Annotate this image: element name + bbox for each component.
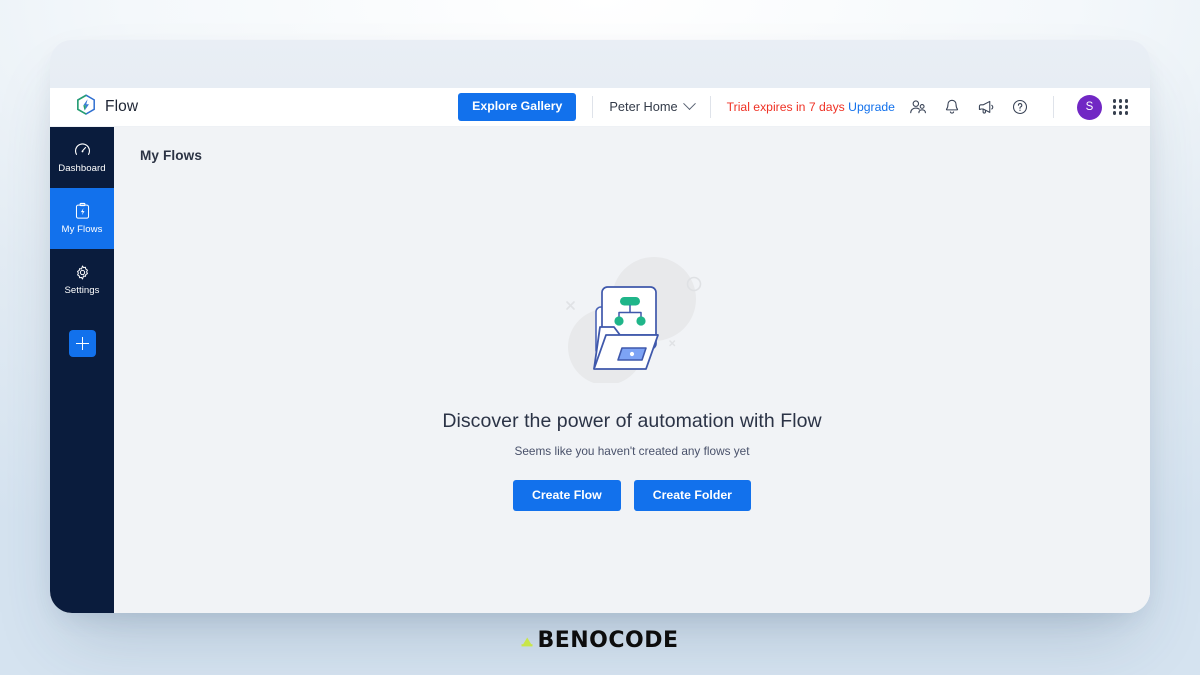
chevron-down-icon xyxy=(682,97,696,111)
footer-logo: BENOCODE xyxy=(0,628,1200,653)
plus-icon xyxy=(75,337,89,350)
dashboard-gauge-icon xyxy=(74,141,91,159)
sidebar-item-label: Settings xyxy=(64,285,100,297)
window-chrome-bar xyxy=(50,40,1150,88)
gear-icon xyxy=(74,263,91,281)
top-bar-center: Explore Gallery Peter Home Trial expires… xyxy=(230,93,901,121)
brand-name: Flow xyxy=(105,98,139,115)
app-window: Flow Explore Gallery Peter Home Trial ex… xyxy=(50,40,1150,613)
main-area: Dashboard My Flows Settings My Flows Dis… xyxy=(50,127,1150,613)
page-title: My Flows xyxy=(140,148,202,163)
content-area: My Flows Discover the power of automatio… xyxy=(114,127,1150,613)
upgrade-link[interactable]: Upgrade xyxy=(848,100,895,114)
folder-with-flowchart-card-illustration xyxy=(544,255,720,388)
help-icon[interactable] xyxy=(1003,90,1037,124)
notifications-bell-icon[interactable] xyxy=(935,90,969,124)
empty-state-actions: Create Flow Create Folder xyxy=(513,480,751,512)
benocode-accent-mark xyxy=(521,628,535,653)
sidebar: Dashboard My Flows Settings xyxy=(50,127,114,613)
divider xyxy=(709,95,711,118)
app-top-bar: Flow Explore Gallery Peter Home Trial ex… xyxy=(50,88,1150,127)
sidebar-item-settings[interactable]: Settings xyxy=(50,249,114,310)
brand: Flow xyxy=(50,93,230,121)
trial-notice: Trial expires in 7 days Upgrade xyxy=(727,100,895,114)
sidebar-item-label: Dashboard xyxy=(58,163,106,175)
create-flow-button[interactable]: Create Flow xyxy=(513,480,621,512)
workspace-selector[interactable]: Peter Home xyxy=(609,97,696,115)
sidebar-item-my-flows[interactable]: My Flows xyxy=(50,188,114,249)
sidebar-item-dashboard[interactable]: Dashboard xyxy=(50,127,114,188)
sidebar-item-label: My Flows xyxy=(61,224,103,236)
announcements-megaphone-icon[interactable] xyxy=(969,90,1003,124)
footer-wordmark: BENOCODE xyxy=(537,627,679,653)
empty-state-subtext: Seems like you haven't created any flows… xyxy=(514,444,750,458)
create-folder-button[interactable]: Create Folder xyxy=(633,480,751,512)
divider xyxy=(592,95,594,118)
flow-hex-bolt-logo xyxy=(76,93,96,121)
invite-users-icon[interactable] xyxy=(901,90,935,124)
clipboard-bolt-icon xyxy=(74,202,91,220)
trial-text: Trial expires in 7 days xyxy=(726,99,845,114)
add-new-button[interactable] xyxy=(68,330,96,357)
apps-grid-icon[interactable] xyxy=(1112,99,1128,115)
empty-state: Discover the power of automation with Fl… xyxy=(114,255,1150,512)
empty-state-heading: Discover the power of automation with Fl… xyxy=(442,410,822,432)
explore-gallery-button[interactable]: Explore Gallery xyxy=(458,93,577,121)
top-bar-icons: S xyxy=(901,90,1150,124)
divider xyxy=(1052,96,1054,118)
workspace-name: Peter Home xyxy=(609,99,678,115)
window-body: Flow Explore Gallery Peter Home Trial ex… xyxy=(50,88,1150,613)
avatar[interactable]: S xyxy=(1076,94,1102,120)
